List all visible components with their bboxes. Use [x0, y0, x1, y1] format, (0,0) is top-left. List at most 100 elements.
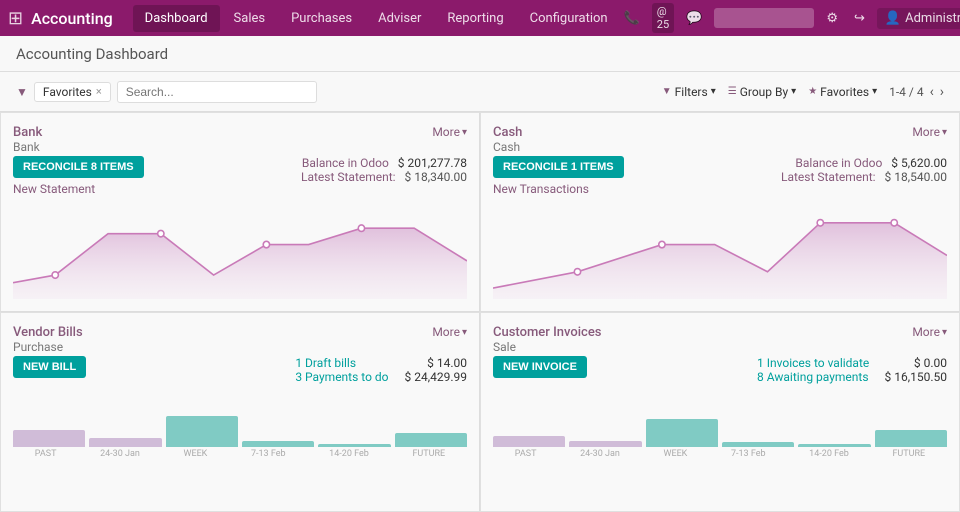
customer-invoices-awaiting-link[interactable]: 8 Awaiting payments: [757, 370, 869, 384]
filters-icon: ▼: [662, 86, 672, 97]
bank-chart: 8 Jan 13 Jan 18 Jan 23 Jan 28 Jan: [13, 201, 467, 299]
customer-invoices-validate-link[interactable]: 1 Invoices to validate: [757, 356, 869, 370]
phone-icon[interactable]: 📞: [620, 7, 644, 30]
favorites-label: Favorites: [43, 85, 92, 99]
customer-invoices-more-arrow: ▾: [942, 327, 947, 338]
bank-balance-info: Balance in Odoo $ 201,277.78 Latest Stat…: [301, 156, 467, 184]
notifications-badge[interactable]: @ 25: [652, 3, 674, 33]
sign-out-icon[interactable]: ↪: [850, 7, 869, 30]
vendor-bills-row1: 1 Draft bills $ 14.00: [295, 356, 467, 370]
ci-bar-future: [875, 430, 947, 447]
ci-label-1: 24-30 Jan: [580, 449, 620, 459]
customer-invoices-title[interactable]: Customer Invoices: [493, 325, 601, 340]
customer-invoices-row1: 1 Invoices to validate $ 0.00: [757, 356, 947, 370]
nav-dashboard[interactable]: Dashboard: [133, 5, 220, 32]
vendor-bills-chart: PAST 24-30 Jan WEEK 7-13 Feb 14-20 Feb F…: [13, 390, 467, 499]
search-input[interactable]: [117, 81, 317, 103]
favorites-btn-label: Favorites: [820, 85, 869, 99]
favorites-close-icon[interactable]: ×: [96, 85, 102, 98]
filters-arrow: ▾: [711, 86, 716, 97]
bank-subtitle: Bank: [13, 140, 42, 154]
cash-title[interactable]: Cash: [493, 125, 522, 140]
customer-invoices-subtitle: Sale: [493, 340, 601, 354]
customer-invoices-content-row: NEW INVOICE 1 Invoices to validate $ 0.0…: [493, 356, 947, 384]
vb-label-1: 24-30 Jan: [100, 449, 140, 459]
nav-sales[interactable]: Sales: [222, 5, 278, 32]
nav-purchases[interactable]: Purchases: [279, 5, 364, 32]
favorites-tag[interactable]: Favorites ×: [34, 82, 111, 102]
vb-label-4: 14-20 Feb: [329, 449, 369, 459]
vendor-bills-content-row: NEW BILL 1 Draft bills $ 14.00 3 Payment…: [13, 356, 467, 384]
cash-reconcile-button[interactable]: RECONCILE 1 ITEMS: [493, 156, 624, 178]
vendor-bills-chart-labels: PAST 24-30 Jan WEEK 7-13 Feb 14-20 Feb F…: [13, 449, 467, 459]
nav-configuration[interactable]: Configuration: [518, 5, 620, 32]
vendor-bills-more-arrow: ▾: [462, 327, 467, 338]
customer-invoices-card: Customer Invoices Sale More ▾ NEW INVOIC…: [480, 312, 960, 512]
favorites-button[interactable]: ★ Favorites ▾: [808, 85, 877, 99]
filter-bar: ▼ Favorites × ▼ Filters ▾ ☰ Group By ▾ ★…: [0, 72, 960, 112]
vendor-bills-payments-link[interactable]: 3 Payments to do: [295, 370, 388, 384]
groupby-icon: ☰: [728, 86, 737, 97]
filter-controls: ▼ Filters ▾ ☰ Group By ▾ ★ Favorites ▾: [662, 85, 877, 99]
ci-bar-week: [646, 419, 718, 448]
vendor-bills-actions: NEW BILL: [13, 356, 94, 378]
cash-more-button[interactable]: More ▾: [912, 125, 947, 139]
nav-search-input[interactable]: [714, 8, 814, 28]
vendor-bills-subtitle: Purchase: [13, 340, 83, 354]
cash-actions: RECONCILE 1 ITEMS New Transactions: [493, 156, 632, 197]
bank-latest-value: $ 18,340.00: [405, 170, 467, 184]
grid-icon[interactable]: ⊞: [8, 8, 23, 29]
cash-new-transactions-link[interactable]: New Transactions: [493, 182, 589, 196]
vendor-bills-more-button[interactable]: More ▾: [432, 325, 467, 339]
cash-latest-value: $ 18,540.00: [885, 170, 947, 184]
top-navigation: ⊞ Accounting Dashboard Sales Purchases A…: [0, 0, 960, 36]
ci-label-0: PAST: [515, 449, 537, 459]
filters-label: Filters: [675, 85, 708, 99]
customer-invoices-header-left: Customer Invoices Sale: [493, 325, 601, 354]
bank-balance-label: Balance in Odoo: [302, 156, 389, 170]
vb-label-5: FUTURE: [412, 449, 445, 459]
prev-page-button[interactable]: ‹: [930, 84, 934, 100]
cash-more-label: More: [912, 125, 940, 139]
cash-card: Cash Cash More ▾ RECONCILE 1 ITEMS New T…: [480, 112, 960, 312]
groupby-button[interactable]: ☰ Group By ▾: [728, 85, 796, 99]
nav-reporting[interactable]: Reporting: [435, 5, 515, 32]
cash-latest-label: Latest Statement:: [781, 170, 876, 184]
cash-chart: 8 Jan 13 Jan 18 Jan 23 Jan 28 Jan: [493, 201, 947, 299]
ci-bar-24-30: [569, 441, 641, 447]
next-page-button[interactable]: ›: [940, 84, 944, 100]
cash-content-row: RECONCILE 1 ITEMS New Transactions Balan…: [493, 156, 947, 197]
bank-more-button[interactable]: More ▾: [432, 125, 467, 139]
bar-14-20: [318, 444, 390, 447]
cash-more-arrow: ▾: [942, 127, 947, 138]
filters-button[interactable]: ▼ Filters ▾: [662, 85, 716, 99]
groupby-arrow: ▾: [791, 86, 796, 97]
customer-invoices-more-label: More: [912, 325, 940, 339]
vendor-bills-payments-value: $ 24,429.99: [405, 370, 467, 384]
vb-label-2: WEEK: [183, 449, 207, 459]
new-bill-button[interactable]: NEW BILL: [13, 356, 86, 378]
settings-icon[interactable]: ⚙: [822, 7, 842, 30]
vendor-bills-header-left: Vendor Bills Purchase: [13, 325, 83, 354]
bank-title[interactable]: Bank: [13, 125, 42, 140]
bar-past: [13, 430, 85, 447]
customer-invoices-more-button[interactable]: More ▾: [912, 325, 947, 339]
customer-invoices-awaiting-value: $ 16,150.50: [885, 370, 947, 384]
admin-label: Administrator: [905, 11, 960, 26]
vendor-bills-title[interactable]: Vendor Bills: [13, 325, 83, 340]
bank-content-row: RECONCILE 8 ITEMS New Statement Balance …: [13, 156, 467, 197]
groupby-label: Group By: [740, 85, 788, 99]
bank-reconcile-button[interactable]: RECONCILE 8 ITEMS: [13, 156, 144, 178]
admin-menu[interactable]: 👤 Administrator ▾: [877, 8, 960, 29]
ci-bar-14-20: [798, 444, 870, 447]
bank-card: Bank Bank More ▾ RECONCILE 8 ITEMS New S…: [0, 112, 480, 312]
new-invoice-button[interactable]: NEW INVOICE: [493, 356, 587, 378]
vendor-bills-card: Vendor Bills Purchase More ▾ NEW BILL 1 …: [0, 312, 480, 512]
chat-icon[interactable]: 💬: [682, 7, 706, 30]
customer-invoices-header: Customer Invoices Sale More ▾: [493, 325, 947, 354]
vendor-bills-draft-link[interactable]: 1 Draft bills: [295, 356, 356, 370]
ci-bar-past: [493, 436, 565, 447]
nav-adviser[interactable]: Adviser: [366, 5, 433, 32]
bank-new-statement-link[interactable]: New Statement: [13, 182, 95, 196]
nav-right: 📞 @ 25 💬 ⚙ ↪ 👤 Administrator ▾: [620, 3, 960, 33]
